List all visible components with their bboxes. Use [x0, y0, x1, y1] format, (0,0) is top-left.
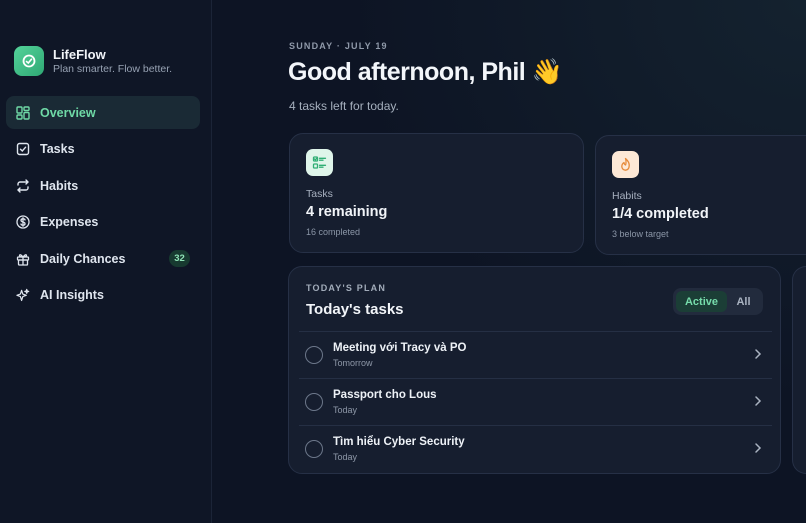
sidebar-item-label: Tasks [40, 142, 75, 157]
side-panel-edge [792, 266, 806, 474]
sidebar-item-expenses[interactable]: Expenses [6, 206, 200, 239]
filter-active-button[interactable]: Active [676, 291, 727, 312]
task-row[interactable]: Meeting với Tracy và PO Tomorrow [299, 331, 772, 378]
sidebar-nav: Overview Tasks Habits Expenses Daily Cha… [6, 96, 200, 316]
sidebar-item-label: Daily Chances [40, 251, 126, 266]
sidebar-item-tasks[interactable]: Tasks [6, 133, 200, 166]
chevron-right-icon[interactable] [752, 395, 764, 407]
task-due: Tomorrow [333, 358, 373, 368]
chevron-right-icon[interactable] [752, 348, 764, 360]
sparkles-icon [16, 288, 30, 302]
sidebar-item-label: Overview [40, 105, 96, 120]
stat-value: 4 remaining [306, 204, 388, 220]
task-due: Today [333, 452, 358, 462]
flame-icon [612, 151, 639, 178]
plan-title: Today's tasks [306, 301, 404, 318]
sidebar-item-label: Habits [40, 178, 79, 193]
task-title: Tìm hiểu Cyber Security [333, 436, 465, 448]
gift-icon [16, 252, 30, 266]
task-row[interactable]: Tìm hiểu Cyber Security Today [299, 425, 772, 472]
stat-label: Tasks [306, 188, 333, 200]
checkbox-icon [16, 142, 30, 156]
task-complete-checkbox[interactable] [305, 440, 323, 458]
task-title: Passport cho Lous [333, 389, 437, 401]
filter-all-button[interactable]: All [727, 291, 760, 312]
repeat-icon [16, 178, 30, 193]
task-due: Today [333, 405, 358, 415]
sidebar: LifeFlow Plan smarter. Flow better. Over… [0, 0, 212, 523]
chevron-right-icon[interactable] [752, 442, 764, 454]
tasks-left-summary: 4 tasks left for today. [289, 99, 399, 113]
lifeflow-logo-icon [14, 46, 44, 76]
stat-label: Habits [612, 190, 642, 202]
sidebar-item-habits[interactable]: Habits [6, 169, 200, 202]
grid-icon [16, 105, 30, 120]
dollar-icon [16, 215, 30, 229]
date-label: SUNDAY · JULY 19 [289, 41, 388, 51]
main-content: SUNDAY · JULY 19 Good afternoon, Phil 👋 … [212, 0, 806, 523]
tasks-stat-card[interactable]: Tasks 4 remaining 16 completed [289, 133, 584, 253]
todays-plan-card: TODAY'S PLAN Today's tasks Active All Me… [288, 266, 781, 474]
sidebar-item-ai-insights[interactable]: AI Insights [6, 279, 200, 312]
sidebar-item-label: Expenses [40, 215, 99, 230]
plan-eyebrow: TODAY'S PLAN [306, 283, 387, 293]
task-complete-checkbox[interactable] [305, 393, 323, 411]
habits-stat-card[interactable]: Habits 1/4 completed 3 below target [595, 135, 806, 255]
brand-name: LifeFlow [53, 46, 106, 62]
task-filter-toggle: Active All [673, 288, 763, 315]
task-complete-checkbox[interactable] [305, 346, 323, 364]
sidebar-item-overview[interactable]: Overview [6, 96, 200, 129]
stat-subtext: 16 completed [306, 227, 361, 237]
sidebar-item-label: AI Insights [40, 288, 104, 303]
task-row[interactable]: Passport cho Lous Today [299, 378, 772, 425]
stat-subtext: 3 below target [612, 229, 669, 239]
page-title: Good afternoon, Phil 👋 [288, 58, 563, 86]
daily-chances-badge: 32 [169, 250, 190, 268]
list-check-icon [306, 149, 333, 176]
brand-tagline: Plan smarter. Flow better. [53, 62, 173, 75]
brand[interactable]: LifeFlow Plan smarter. Flow better. [14, 46, 172, 76]
task-title: Meeting với Tracy và PO [333, 342, 467, 354]
sidebar-item-daily-chances[interactable]: Daily Chances 32 [6, 242, 200, 275]
stat-value: 1/4 completed [612, 206, 709, 222]
